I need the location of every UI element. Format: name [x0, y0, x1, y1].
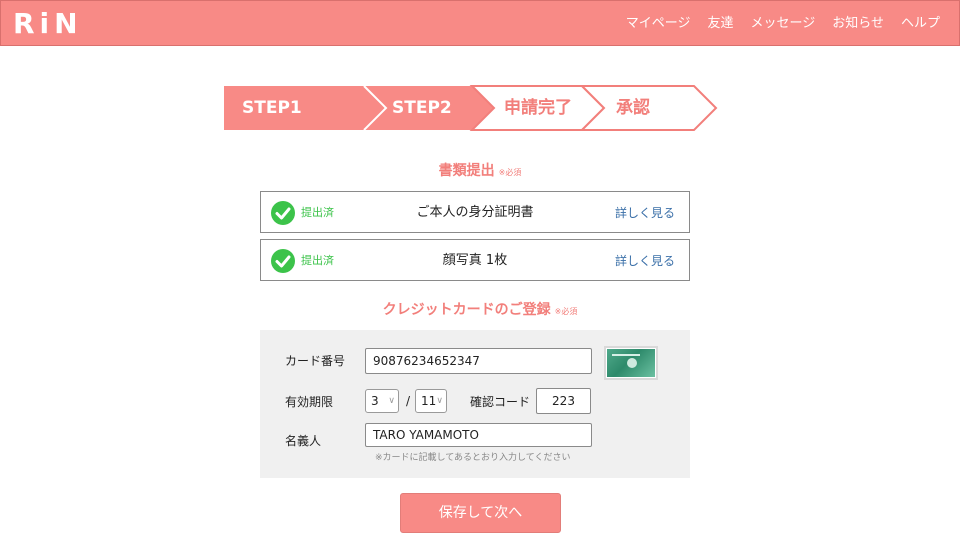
nav-item-help[interactable]: ヘルプ	[901, 15, 940, 33]
cvv-label: 確認コード	[470, 395, 531, 409]
step-4-label: 承認	[616, 98, 650, 118]
credit-card-required-note: ※必須	[554, 307, 578, 316]
expiry-year-select[interactable]: 11 ∨	[415, 389, 447, 413]
chevron-down-icon: ∨	[436, 396, 443, 406]
nav-item-friends[interactable]: 友達	[707, 15, 733, 33]
step-1-label: STEP1	[242, 98, 302, 118]
document-details-link[interactable]: 詳しく見る	[615, 206, 675, 220]
documents-required-note: ※必須	[498, 168, 522, 177]
documents-section-title: 書類提出 ※必須	[0, 161, 960, 183]
cardholder-name-label: 名義人	[285, 434, 322, 448]
cvv-input[interactable]: 223	[536, 388, 591, 414]
top-header: RiN マイページ 友達 メッセージ お知らせ ヘルプ	[0, 0, 960, 46]
expiry-label: 有効期限	[285, 395, 334, 409]
cardholder-name-hint: ※カードに記載してあるとおり入力してください	[375, 453, 571, 463]
credit-card-image	[604, 346, 658, 380]
document-details-link[interactable]: 詳しく見る	[615, 254, 675, 268]
credit-card-form: カード番号 90876234652347 有効期限 3 ∨ / 11 ∨ 確認コ…	[260, 330, 690, 478]
card-face	[607, 349, 655, 377]
step-progress: STEP1 STEP2 申請完了 承認	[224, 85, 718, 131]
expiry-year-value: 11	[421, 394, 437, 408]
credit-card-title-text: クレジットカードのご登録	[382, 302, 551, 318]
nav-item-notices[interactable]: お知らせ	[832, 15, 884, 33]
card-number-label: カード番号	[285, 354, 346, 368]
card-number-input[interactable]: 90876234652347	[365, 348, 592, 374]
expiry-separator: /	[406, 394, 411, 408]
expiry-month-select[interactable]: 3 ∨	[365, 389, 399, 413]
documents-title-text: 書類提出	[438, 163, 495, 179]
cardholder-name-input[interactable]: TARO YAMAMOTO	[365, 423, 592, 447]
save-and-next-button[interactable]: 保存して次へ	[400, 493, 561, 533]
nav-item-mypage[interactable]: マイページ	[626, 15, 691, 33]
document-row-photo: 提出済 顔写真 1枚 詳しく見る	[260, 239, 690, 281]
credit-card-section-title: クレジットカードのご登録 ※必須	[0, 300, 960, 322]
chevron-down-icon: ∨	[388, 396, 395, 406]
main-nav: マイページ 友達 メッセージ お知らせ ヘルプ	[626, 15, 940, 33]
step-3-label: 申請完了	[504, 98, 572, 118]
nav-item-messages[interactable]: メッセージ	[750, 15, 815, 33]
step-2-label: STEP2	[392, 98, 452, 118]
expiry-month-value: 3	[371, 394, 379, 408]
app-logo[interactable]: RiN	[13, 7, 83, 41]
document-row-id: 提出済 ご本人の身分証明書 詳しく見る	[260, 191, 690, 233]
